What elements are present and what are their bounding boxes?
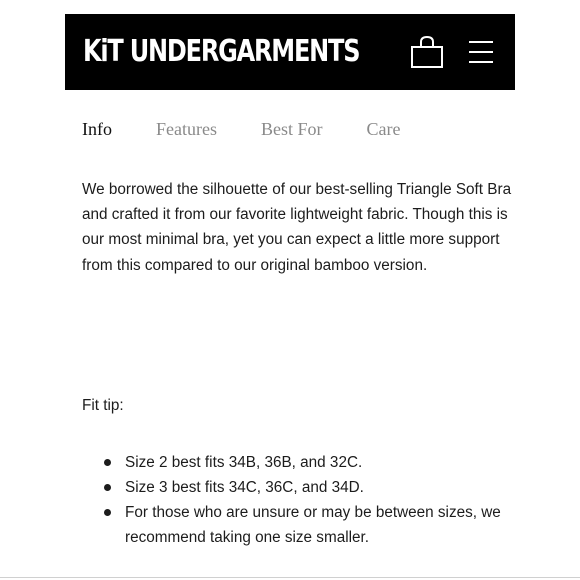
divider [0, 577, 580, 578]
shopping-bag-icon [411, 35, 443, 68]
fit-tip-text: For those who are unsure or may be betwe… [125, 504, 501, 546]
fit-tip-text: Size 2 best fits 34B, 36B, and 32C. [125, 454, 363, 471]
tab-info[interactable]: Info [82, 116, 112, 144]
tab-best-for[interactable]: Best For [261, 116, 323, 144]
menu-button[interactable] [468, 38, 494, 66]
bullet-icon [104, 459, 111, 466]
list-item: Size 2 best fits 34B, 36B, and 32C. [82, 450, 502, 475]
cart-button[interactable] [408, 34, 446, 72]
tab-care[interactable]: Care [367, 116, 401, 144]
fit-tip-heading: Fit tip: [82, 397, 124, 414]
site-header: KiT UNDERGARMENTS [65, 14, 515, 90]
brand-logo[interactable]: KiT UNDERGARMENTS [83, 34, 361, 70]
bullet-icon [104, 509, 111, 516]
product-description: We borrowed the silhouette of our best-s… [82, 181, 512, 274]
hamburger-menu-icon [469, 41, 493, 63]
fit-tip-list: Size 2 best fits 34B, 36B, and 32C. Size… [82, 450, 502, 550]
list-item: For those who are unsure or may be betwe… [82, 500, 502, 550]
product-info-tabs: Info Features Best For Care [82, 116, 400, 144]
tab-features[interactable]: Features [156, 116, 217, 144]
fit-tip-text: Size 3 best fits 34C, 36C, and 34D. [125, 479, 364, 496]
bullet-icon [104, 484, 111, 491]
list-item: Size 3 best fits 34C, 36C, and 34D. [82, 475, 502, 500]
